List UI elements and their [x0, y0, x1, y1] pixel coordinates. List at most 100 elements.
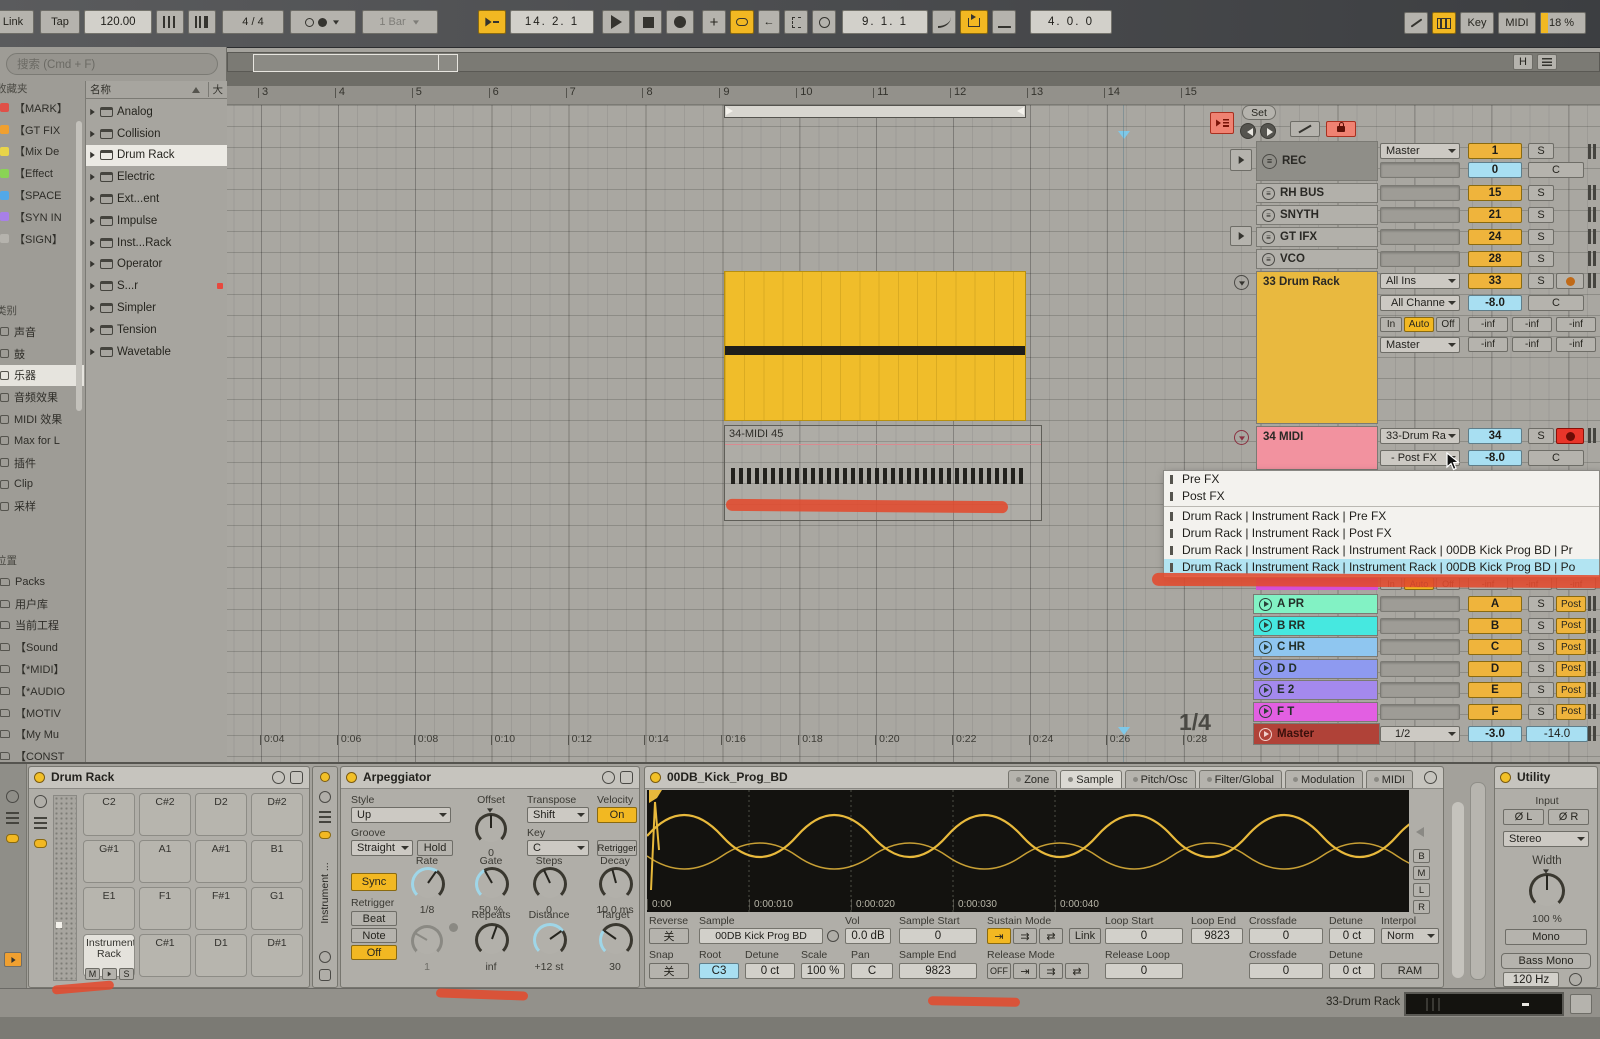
device-list-item[interactable]: Operator: [86, 254, 227, 276]
category-item[interactable]: 鼓: [0, 343, 84, 365]
arp-titlebar[interactable]: Arpeggiator: [341, 767, 639, 789]
cue-out-chooser[interactable]: 1/2: [1380, 726, 1460, 742]
steps-knob[interactable]: [533, 867, 567, 901]
sample-name-field[interactable]: 00DB Kick Prog BD: [699, 928, 823, 944]
drum-pad[interactable]: D2: [195, 793, 247, 836]
input-routing-chooser[interactable]: All Ins: [1380, 273, 1460, 289]
master-volume[interactable]: -3.0: [1468, 726, 1522, 742]
midi-map-button[interactable]: MIDI: [1498, 12, 1536, 34]
zoom-button[interactable]: B: [1413, 849, 1430, 863]
browser-sidebar-scrollbar[interactable]: [76, 121, 82, 411]
fold-track-button[interactable]: [1234, 430, 1249, 445]
routing-field[interactable]: [1380, 251, 1460, 267]
status-corner-button[interactable]: [1570, 994, 1592, 1014]
monitor-in-button[interactable]: In: [1380, 317, 1402, 332]
pre-post-toggle[interactable]: Post: [1556, 704, 1586, 720]
category-item[interactable]: 乐器: [0, 365, 84, 387]
drum-pad[interactable]: A#1: [195, 840, 247, 883]
sampler-tab[interactable]: Zone: [1008, 770, 1057, 788]
disclosure-arrow-icon[interactable]: [90, 109, 95, 116]
hot-swap-icon[interactable]: [319, 951, 331, 963]
ram-button[interactable]: RAM: [1381, 963, 1439, 979]
solo-button[interactable]: S: [1528, 682, 1554, 698]
input-routing-chooser[interactable]: 33-Drum Ra: [1380, 428, 1460, 444]
place-item[interactable]: 用户库: [0, 593, 84, 615]
pan-value[interactable]: C: [1528, 295, 1584, 311]
solo-button[interactable]: S: [1528, 273, 1554, 289]
fold-track-button[interactable]: [1234, 275, 1249, 290]
track-name-cell[interactable]: ≡ SNYTH: [1256, 205, 1378, 225]
return-letter[interactable]: C: [1468, 639, 1522, 655]
release-loop-field[interactable]: 0: [1105, 963, 1183, 979]
monitor-in-button[interactable]: In: [1380, 577, 1402, 590]
send-e-value[interactable]: -inf: [1512, 337, 1552, 352]
zoom-button[interactable]: M: [1413, 866, 1430, 880]
track-row-master[interactable]: Master 1/2 -3.0 -14.0: [1204, 723, 1600, 745]
return-letter[interactable]: B: [1468, 618, 1522, 634]
bass-mono-button[interactable]: Bass Mono: [1501, 953, 1591, 969]
routing-field[interactable]: [1380, 229, 1460, 245]
utility-titlebar[interactable]: Utility: [1495, 767, 1597, 789]
device-on-toggle[interactable]: [346, 772, 357, 783]
track-name-cell[interactable]: ≡ GT IFX: [1256, 227, 1378, 247]
collection-item[interactable]: 【SYN IN: [0, 206, 84, 228]
release-loop-button[interactable]: ⇉: [1039, 963, 1063, 979]
computer-midi-keyboard-button[interactable]: [1432, 12, 1456, 34]
return-letter[interactable]: F: [1468, 704, 1522, 720]
track-number[interactable]: 1: [1468, 143, 1522, 159]
track-name-cell[interactable]: 33 Drum Rack: [1256, 271, 1378, 424]
link-button[interactable]: Link: [1069, 928, 1101, 944]
crossfade2-field[interactable]: 0: [1249, 963, 1323, 979]
loop-brace[interactable]: [724, 105, 1026, 118]
collection-item[interactable]: 【SPACE: [0, 184, 84, 206]
rate-knob[interactable]: [411, 867, 445, 901]
routing-sub-field[interactable]: [1380, 162, 1460, 178]
scale-field[interactable]: 100 %: [801, 963, 845, 979]
collection-item[interactable]: 【SIGN】: [0, 228, 84, 250]
return-track-row[interactable]: C HR C S Post: [1204, 637, 1600, 657]
link-button[interactable]: Link: [0, 10, 34, 34]
gate-knob[interactable]: [475, 867, 509, 901]
device-on-toggle[interactable]: [650, 772, 661, 783]
retrigger-off-button[interactable]: Off: [351, 945, 397, 960]
routing-field[interactable]: [1380, 596, 1460, 612]
disclosure-arrow-icon[interactable]: [90, 174, 95, 181]
volume-value[interactable]: -8.0: [1468, 450, 1522, 466]
record-button[interactable]: [666, 10, 694, 34]
interpol-chooser[interactable]: Norm: [1381, 928, 1439, 944]
disclosure-arrow-icon[interactable]: [90, 218, 95, 225]
offset-knob[interactable]: [475, 813, 507, 845]
sampler-tab[interactable]: Pitch/Osc: [1125, 770, 1196, 788]
sampler-tab[interactable]: Modulation: [1285, 770, 1363, 788]
follow-playback-button[interactable]: [1210, 112, 1234, 134]
pre-post-toggle[interactable]: Post: [1556, 596, 1586, 612]
pre-post-toggle[interactable]: Post: [1556, 661, 1586, 677]
vol-field[interactable]: 0.0 dB: [845, 928, 891, 944]
place-item[interactable]: 【*MIDI】: [0, 658, 84, 680]
return-name-cell[interactable]: C HR: [1253, 637, 1378, 657]
save-preset-icon[interactable]: [620, 771, 633, 784]
pad-solo-button[interactable]: S: [119, 968, 134, 980]
waveform-display[interactable]: 0:000:00:0100:00:0200:00:0300:00:040: [647, 790, 1409, 912]
release-off-button[interactable]: OFF: [987, 963, 1011, 979]
track-number[interactable]: 21: [1468, 207, 1522, 223]
track-row-rhbus[interactable]: ≡ RH BUS 15 S: [1204, 183, 1600, 203]
detune3-field[interactable]: 0 ct: [1329, 963, 1375, 979]
sampler-tab[interactable]: Sample: [1060, 770, 1121, 788]
chain-list-icon[interactable]: [34, 817, 47, 830]
pads-icon[interactable]: [319, 831, 331, 839]
collection-item[interactable]: 【GT FIX: [0, 119, 84, 141]
sustain-pingpong-button[interactable]: ⇄: [1039, 928, 1063, 944]
crossfade-field[interactable]: 0: [1249, 928, 1323, 944]
send-c-value[interactable]: -inf: [1556, 317, 1596, 332]
routing-field[interactable]: [1380, 682, 1460, 698]
back-arrow-button[interactable]: [1240, 123, 1256, 139]
pan-value[interactable]: C: [1528, 450, 1584, 466]
sustain-off-button[interactable]: ⇥: [987, 928, 1011, 944]
browser-search[interactable]: 搜索 (Cmd + F): [6, 53, 218, 75]
pan-field[interactable]: C: [851, 963, 893, 979]
routing-field[interactable]: [1380, 704, 1460, 720]
track-name-cell[interactable]: ≡ RH BUS: [1256, 183, 1378, 203]
hot-swap-icon[interactable]: [6, 790, 19, 803]
device-on-toggle[interactable]: [320, 772, 330, 782]
